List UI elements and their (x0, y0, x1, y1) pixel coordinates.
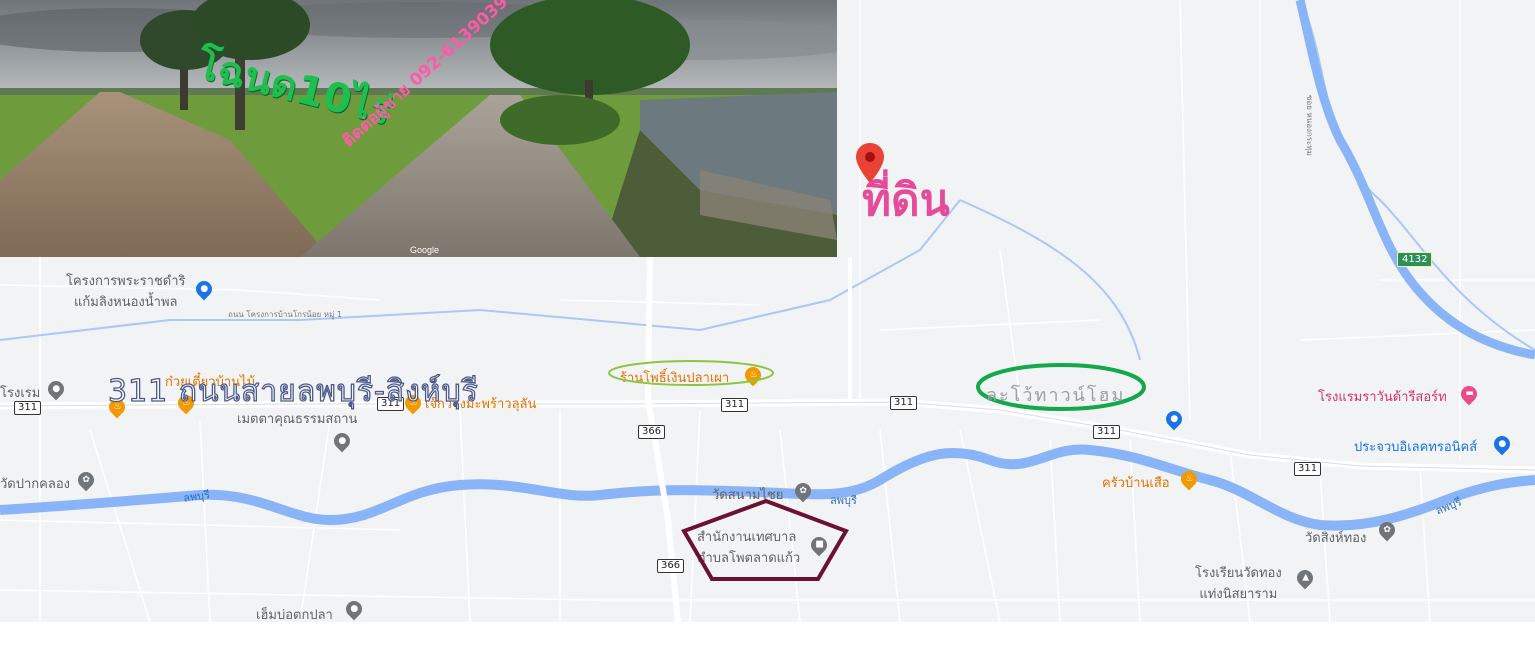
route-311-shield: 311 (1294, 462, 1322, 476)
route-311-shield: 311 (890, 396, 918, 410)
poi-wat-paklong[interactable]: วัดปากคลอง (0, 473, 70, 494)
poi-school[interactable]: โรงเรียนวัดทอง แท่งนิสยาราม (1195, 563, 1282, 605)
road-caption: 311 ถนนสายลพบุรี-สิงห์บุรี (107, 373, 479, 409)
river-north (1295, 0, 1535, 360)
highlight-ellipse-restaurant (608, 360, 774, 386)
poi-krua-ban-suea[interactable]: ครัวบ้านเสือ (1102, 472, 1170, 493)
google-watermark: Google (410, 245, 440, 255)
route-4132-shield: 4132 (1397, 252, 1433, 267)
map-canvas[interactable]: โฉนด10ไร่ ติดต่อผู้ขาย 092-6139039 Googl… (0, 0, 1535, 622)
poi-royal-project[interactable]: โครงการพระราชดำริ แก้มลิงหนองน้ำพล (66, 271, 186, 313)
road-label: ซอย หนองกระทุม (1305, 95, 1314, 156)
photo-scene (0, 0, 837, 257)
poi-electronics[interactable]: ประจวบอิเลคทรอนิคส์ (1354, 436, 1477, 457)
poi-hotel[interactable]: โรงแรมราวันด้ารีสอร์ท (1318, 386, 1447, 407)
road-label: ถนน โครงการบ้านโกรน้อย หมู่ 1 (228, 310, 342, 319)
river-label: ลพบุรี (182, 488, 211, 505)
poi-fish-pond[interactable]: เฮ็มบ่อตกปลา (256, 604, 333, 622)
route-311-shield: 311 (721, 398, 749, 412)
poi-wat-singthong[interactable]: วัดสิงห์ทอง (1305, 527, 1366, 548)
land-marker-label: ที่ดิน (862, 175, 950, 226)
poi-left-cut[interactable]: โรงเรม (0, 382, 40, 403)
circled-place-label: ละโว้ทาวน์โฮม (986, 385, 1126, 406)
highlight-pentagon-municipal (681, 498, 849, 581)
route-311-shield: 311 (1093, 425, 1121, 439)
route-311-shield: 311 (14, 401, 42, 415)
route-366-shield: 366 (638, 425, 666, 439)
street-view-photo: โฉนด10ไร่ ติดต่อผู้ขาย 092-6139039 Googl… (0, 0, 837, 257)
